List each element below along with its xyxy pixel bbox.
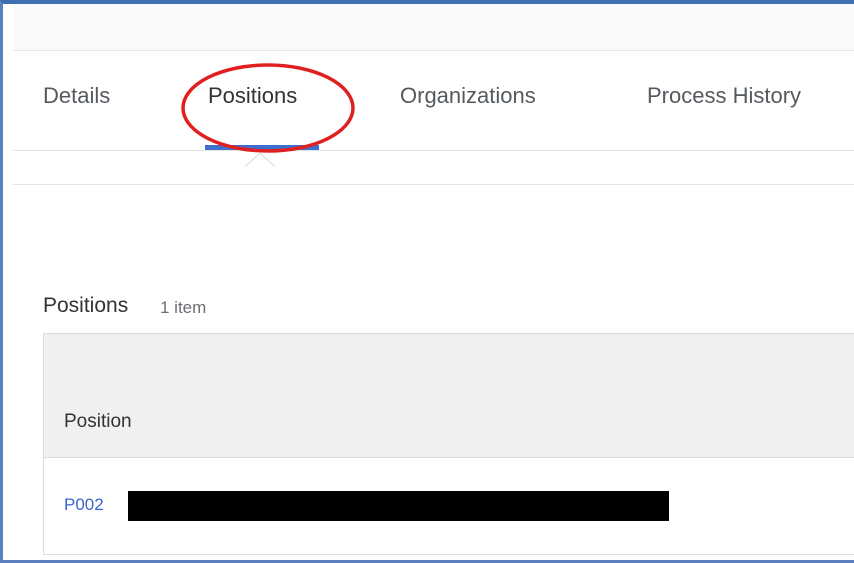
tab-process-history[interactable]: Process History bbox=[647, 83, 801, 109]
top-band bbox=[13, 4, 854, 51]
position-link[interactable]: P002 bbox=[64, 495, 104, 515]
positions-table: Position P002 bbox=[43, 333, 854, 555]
table-header: Position bbox=[44, 334, 854, 458]
table-row: P002 bbox=[44, 458, 854, 555]
item-count: 1 item bbox=[160, 298, 207, 317]
tab-bar: Details Positions Organizations Process … bbox=[13, 50, 854, 151]
tab-organizations[interactable]: Organizations bbox=[400, 83, 536, 109]
tab-details[interactable]: Details bbox=[43, 83, 110, 109]
annotation-circle bbox=[180, 62, 356, 154]
redaction-bar bbox=[128, 491, 669, 521]
column-header-position: Position bbox=[64, 411, 132, 432]
divider bbox=[13, 184, 854, 185]
section-title: Positions bbox=[43, 294, 129, 317]
